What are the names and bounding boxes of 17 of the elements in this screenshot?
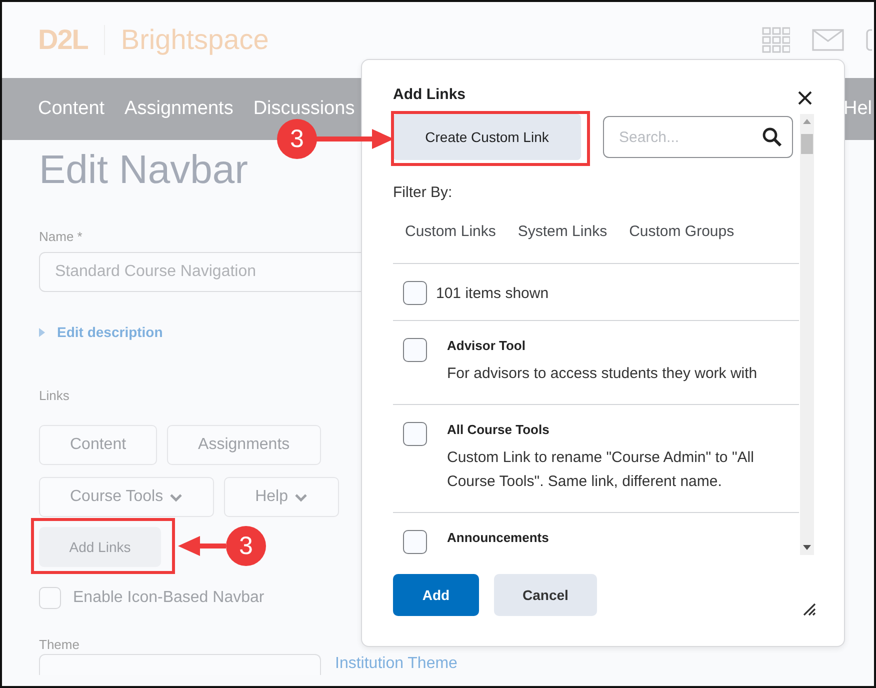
link-description: For advisors to access students they work with [447,364,758,384]
link-title: Advisor Tool [447,338,526,353]
dialog-title: Add Links [393,86,466,103]
section-label: Theme [39,637,80,652]
checkbox-label: Enable Icon-Based Navbar [73,589,264,607]
field-label: Name * [39,229,82,244]
filter-label: Filter By: [393,184,454,201]
link-title: Announcements [447,530,549,545]
step-badge: 3 [226,526,266,566]
brand-name: Brightspace [120,24,269,56]
logo: D2L [38,24,88,56]
step-badge: 3 [277,119,317,159]
link-title: All Course Tools [447,422,550,437]
page-title: Edit Navbar [39,148,248,193]
link-description: Custom Link to rename "Course Admin" to "All Course Tools". Same link, different name. [447,448,755,492]
select-all-label: 101 items shown [436,284,549,302]
section-label: Links [39,388,70,403]
